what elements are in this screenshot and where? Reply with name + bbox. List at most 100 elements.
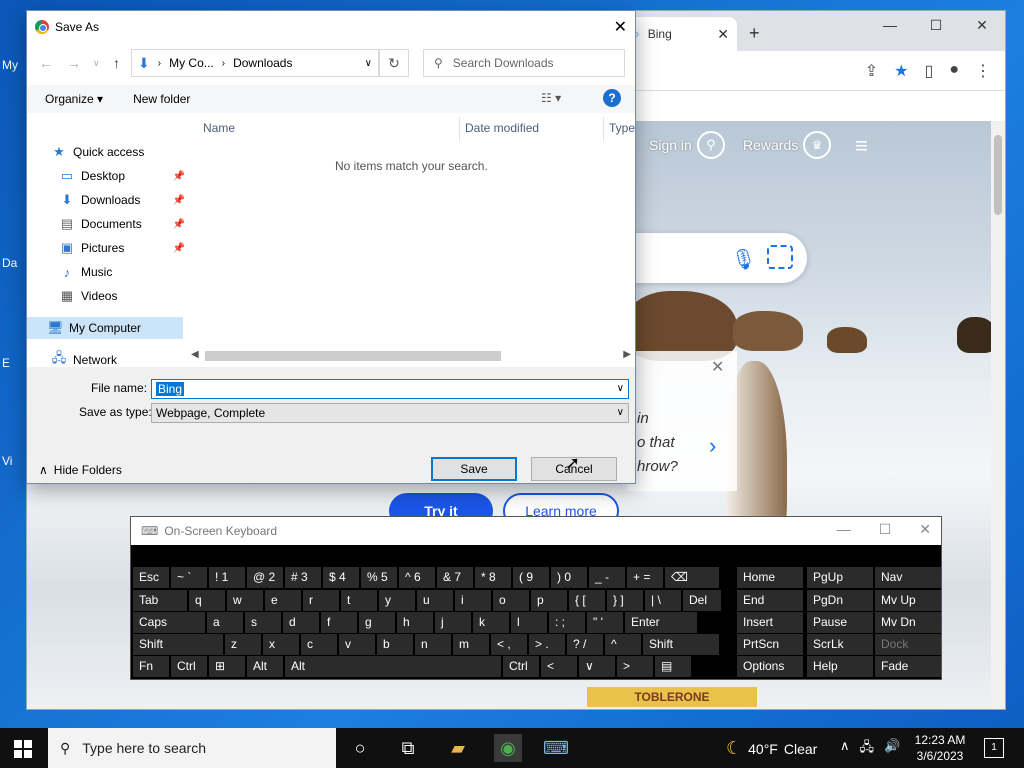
trophy-icon[interactable]: ♛ — [803, 131, 831, 159]
view-options-icon[interactable]: ☷ ▾ — [541, 91, 561, 105]
breadcrumb-my-computer[interactable]: My Co... — [169, 56, 214, 70]
taskbar-search-input[interactable]: ⚲ Type here to search — [48, 728, 336, 768]
osk-nav-key[interactable]: Insert — [737, 612, 803, 633]
save-as-type-select[interactable]: Webpage, Complete ∨ — [151, 403, 629, 423]
tab-bing[interactable]: ⌕ Bing ✕ — [625, 17, 737, 51]
osk-key[interactable]: Esc — [133, 567, 169, 588]
chevron-right-icon[interactable]: › — [709, 433, 716, 459]
chevron-down-icon[interactable]: ∨ — [365, 58, 372, 69]
nav-item-pictures[interactable]: ▣ Pictures 📌 — [59, 237, 191, 259]
close-tab-icon[interactable]: ✕ — [717, 26, 729, 43]
cortana-icon[interactable]: ○ — [346, 734, 374, 762]
osk-key[interactable]: + = — [627, 567, 663, 588]
dialog-close-button[interactable]: ✕ — [614, 17, 627, 37]
network-icon[interactable]: 🖧 — [860, 738, 875, 760]
osk-key[interactable]: ( 9 — [513, 567, 549, 588]
file-explorer-icon[interactable]: ▰ — [444, 734, 472, 762]
osk-nav-key[interactable]: Nav — [875, 567, 941, 588]
volume-icon[interactable]: 🔊 — [884, 738, 900, 760]
osk-key[interactable]: w — [227, 590, 263, 611]
maximize-button[interactable]: ☐ — [913, 17, 959, 34]
address-bar[interactable]: ⬇ › My Co... › Downloads ∨ — [131, 49, 379, 77]
osk-key[interactable]: | \ — [645, 590, 681, 611]
osk-key[interactable]: h — [397, 612, 433, 633]
scrollbar-thumb[interactable] — [994, 135, 1002, 215]
osk-key[interactable]: Tab — [133, 590, 187, 611]
osk-key[interactable]: k — [473, 612, 509, 633]
osk-key[interactable]: & 7 — [437, 567, 473, 588]
osk-key[interactable]: c — [301, 634, 337, 655]
osk-key[interactable]: ^ — [605, 634, 641, 655]
osk-key[interactable]: t — [341, 590, 377, 611]
osk-key[interactable]: Alt — [285, 656, 501, 677]
menu-kebab-icon[interactable]: ⋮ — [975, 61, 991, 81]
osk-key[interactable]: ∨ — [579, 656, 615, 677]
osk-key[interactable]: q — [189, 590, 225, 611]
osk-nav-key[interactable]: PgUp — [807, 567, 873, 588]
chrome-taskbar-icon[interactable]: ◉ — [494, 734, 522, 762]
hamburger-menu-icon[interactable]: ≡ — [855, 133, 868, 159]
close-window-button[interactable]: ✕ — [959, 17, 1005, 34]
osk-key[interactable]: u — [417, 590, 453, 611]
osk-key[interactable]: b — [377, 634, 413, 655]
chevron-down-icon[interactable]: ∨ — [617, 404, 624, 422]
scroll-right-icon[interactable]: ▶ — [623, 349, 631, 360]
chevron-down-icon[interactable]: ∨ — [617, 380, 624, 398]
column-header-date-modified[interactable]: Date modified — [465, 121, 539, 135]
osk-nav-key[interactable]: PrtScn — [737, 634, 803, 655]
hide-folders-toggle[interactable]: ∧ Hide Folders — [39, 463, 122, 477]
osk-nav-key[interactable]: ScrLk — [807, 634, 873, 655]
desktop-icon-label[interactable]: Vi — [2, 454, 12, 468]
osk-key[interactable]: ▤ — [655, 656, 691, 677]
osk-key[interactable]: ⊞ — [209, 656, 245, 677]
on-screen-keyboard-taskbar-icon[interactable]: ⌨ — [542, 734, 570, 762]
desktop-icon-label[interactable]: My — [2, 58, 18, 72]
up-arrow-icon[interactable]: ↑ — [113, 55, 120, 71]
osk-nav-key[interactable]: Options — [737, 656, 803, 677]
osk-key[interactable]: ! 1 — [209, 567, 245, 588]
osk-key[interactable]: < — [541, 656, 577, 677]
visual-search-icon[interactable] — [767, 245, 793, 269]
osk-key[interactable]: r — [303, 590, 339, 611]
osk-nav-key[interactable]: Fade — [875, 656, 941, 677]
minimize-button[interactable]: — — [837, 521, 851, 538]
profile-icon[interactable]: ● — [949, 61, 959, 81]
nav-item-desktop[interactable]: ▭ Desktop 📌 — [59, 165, 191, 187]
osk-nav-key[interactable]: Dock — [875, 634, 941, 655]
osk-key[interactable]: l — [511, 612, 547, 633]
osk-key[interactable]: % 5 — [361, 567, 397, 588]
osk-key[interactable]: @ 2 — [247, 567, 283, 588]
user-icon[interactable]: ⚲ — [697, 131, 725, 159]
nav-item-documents[interactable]: ▤ Documents 📌 — [59, 213, 191, 235]
osk-key[interactable]: Shift — [643, 634, 719, 655]
chevron-up-icon[interactable]: ∧ — [840, 738, 850, 760]
osk-key[interactable]: { [ — [569, 590, 605, 611]
forward-arrow-icon[interactable]: → — [67, 55, 81, 71]
nav-item-videos[interactable]: ▦ Videos — [59, 285, 191, 307]
osk-key[interactable]: x — [263, 634, 299, 655]
osk-key[interactable]: e — [265, 590, 301, 611]
help-icon[interactable]: ? — [603, 89, 621, 107]
desktop-icon-label[interactable]: E — [2, 356, 10, 370]
osk-key[interactable]: g — [359, 612, 395, 633]
organize-button[interactable]: Organize ▾ — [45, 92, 103, 106]
osk-key[interactable]: i — [455, 590, 491, 611]
osk-key[interactable]: } ] — [607, 590, 643, 611]
search-downloads-input[interactable]: ⚲ Search Downloads — [423, 49, 625, 77]
osk-key[interactable]: * 8 — [475, 567, 511, 588]
nav-item-my-computer[interactable]: 🖥 My Computer — [27, 317, 183, 339]
page-scrollbar[interactable] — [991, 121, 1005, 709]
osk-key[interactable]: : ; — [549, 612, 585, 633]
osk-nav-key[interactable]: Pause — [807, 612, 873, 633]
osk-key[interactable]: _ - — [589, 567, 625, 588]
osk-key[interactable]: $ 4 — [323, 567, 359, 588]
minimize-button[interactable]: — — [867, 17, 913, 34]
ad-banner[interactable]: TOBLERONE — [587, 687, 757, 707]
breadcrumb-downloads[interactable]: Downloads — [233, 56, 292, 70]
clock[interactable]: 12:23 AM 3/6/2023 — [912, 732, 968, 764]
osk-key[interactable]: p — [531, 590, 567, 611]
side-panel-icon[interactable]: ▯ — [925, 61, 934, 81]
osk-key[interactable]: a — [207, 612, 243, 633]
back-arrow-icon[interactable]: ← — [39, 55, 53, 71]
osk-key[interactable]: y — [379, 590, 415, 611]
